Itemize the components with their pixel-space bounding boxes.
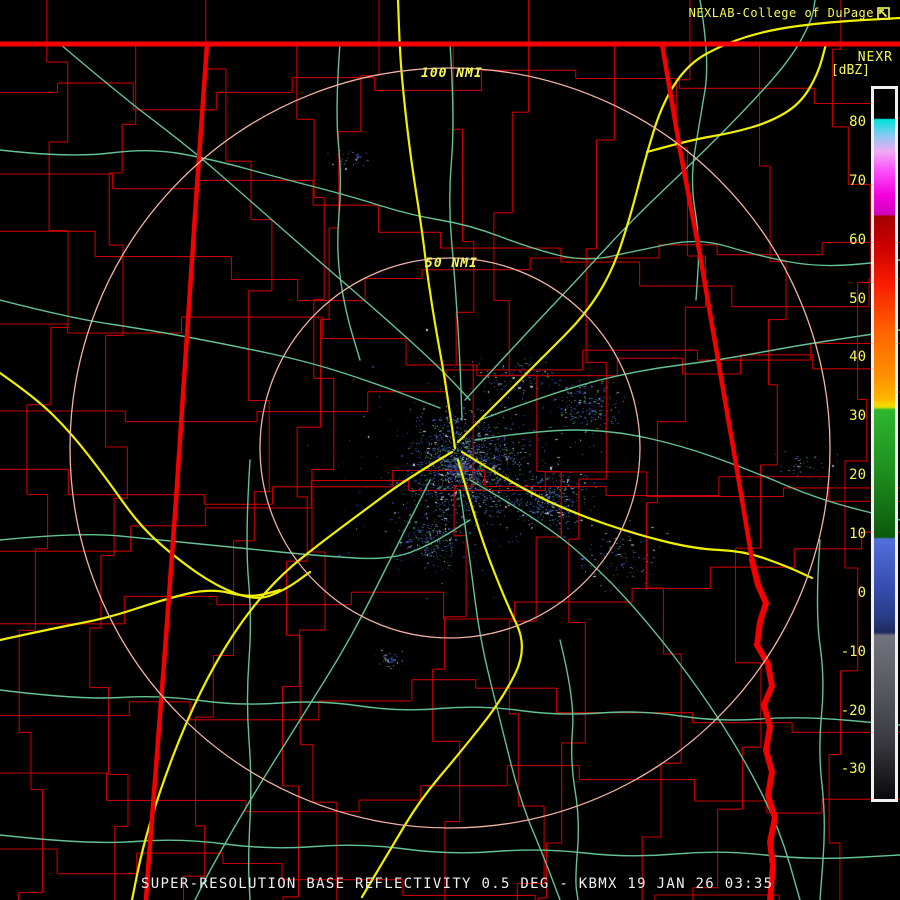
credit-text: NEXLAB-College of DuPage (688, 6, 874, 20)
secondary-roads-segment (559, 639, 580, 900)
secondary-roads-segment (0, 834, 900, 860)
state-borders-segment (659, 41, 755, 563)
colorbar-tick-label: 40 (849, 349, 866, 366)
secondary-roads-segment (59, 43, 471, 401)
interstate-highways-segment (130, 450, 454, 900)
state-borders-segment (143, 41, 210, 900)
interstate-highways-segment (0, 588, 282, 642)
interstate-highways-segment (645, 42, 828, 154)
range-ring-label-100nmi: 100 NMI (421, 66, 483, 81)
reflectivity-colorbar (871, 86, 898, 802)
secondary-roads-segment (464, 0, 816, 401)
map-overlay-layer (0, 0, 900, 900)
colorbar-tick-label: -20 (840, 702, 866, 719)
colorbar-tick-label: 60 (849, 231, 866, 248)
colorbar-tick-label: 70 (849, 172, 866, 189)
secondary-roads-segment (0, 519, 471, 560)
colorbar-tick-label: 10 (849, 525, 866, 542)
colorbar-tick-label: 20 (849, 467, 866, 484)
state-borders-segment (749, 557, 779, 900)
colorbar-tick-label: 0 (857, 584, 866, 601)
colorbar-tick-label: 30 (849, 408, 866, 425)
interstate-highways (0, 0, 900, 900)
product-title: SUPER-RESOLUTION BASE REFLECTIVITY 0.5 D… (141, 876, 774, 892)
colorbar-gradient (874, 89, 895, 799)
secondary-roads-segment (336, 43, 361, 361)
colorbar-tick-label: 50 (849, 290, 866, 307)
colorbar-tick-label: 80 (849, 114, 866, 130)
radar-viewport: 100 NMI 50 NMI NEXLAB-College of DuPage … (0, 0, 900, 900)
credit-line: NEXLAB-College of DuPage (689, 6, 890, 20)
secondary-roads-segment (474, 429, 900, 521)
interstate-highways-segment (460, 450, 814, 580)
colorbar-tick-label: -30 (840, 761, 866, 778)
range-ring-label-50nmi: 50 NMI (425, 256, 478, 271)
secondary-roads-segment (459, 489, 561, 900)
units-label: [dBZ] (830, 63, 870, 78)
interstate-highways-segment (360, 458, 523, 899)
colorbar-tick-label: -10 (840, 643, 866, 660)
secondary-roads-segment (246, 459, 252, 900)
secondary-roads-segment (816, 539, 825, 900)
corner-arrow-icon (877, 7, 890, 20)
